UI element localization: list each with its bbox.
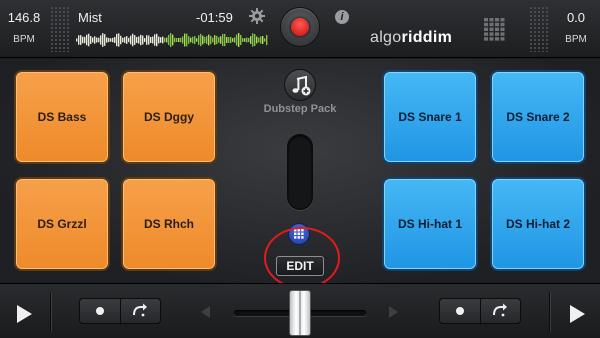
pad-label: DS Bass: [37, 110, 87, 124]
crossfader-left-arrow-icon[interactable]: [201, 306, 210, 318]
pad-label: DS Rhch: [143, 217, 194, 231]
track-title: Mist: [78, 10, 102, 25]
pad-label: DS Snare 2: [506, 110, 570, 124]
left-loop-redo-button[interactable]: [119, 299, 161, 323]
pad-ds-grzzl[interactable]: DS Grzzl: [14, 177, 110, 271]
pad-ds-hi-hat-1[interactable]: DS Hi-hat 1: [382, 177, 478, 271]
pad-ds-hi-hat-2[interactable]: DS Hi-hat 2: [490, 177, 586, 271]
brand-bold: riddim: [401, 29, 453, 46]
play-icon[interactable]: [570, 305, 585, 323]
pad-ds-dggy[interactable]: DS Dggy: [121, 70, 217, 164]
pad-label: DS Grzzl: [37, 217, 87, 231]
pad-ds-rhch[interactable]: DS Rhch: [121, 177, 217, 271]
divider: [549, 292, 550, 332]
pad-volume-slider[interactable]: [287, 134, 313, 210]
gear-icon[interactable]: [249, 8, 265, 24]
crossfader-knob[interactable]: [289, 290, 311, 336]
left-bpm-label: BPM: [13, 34, 35, 45]
right-loop-redo-button[interactable]: [479, 299, 521, 323]
music-note-plus-icon[interactable]: [284, 69, 316, 101]
top-bar: 146.8 BPM Mist -01:59 i algoriddim 0.0 B…: [0, 0, 600, 58]
right-bpm-label: BPM: [565, 34, 587, 45]
play-icon[interactable]: [17, 305, 32, 323]
transport-bar: [0, 283, 600, 338]
right-dot-panel: [529, 6, 549, 52]
brand-light: algo: [370, 29, 402, 46]
brand-grid-icon: [484, 18, 505, 41]
record-icon: [291, 18, 309, 36]
left-bpm-value: 146.8: [7, 10, 41, 25]
record-dot-icon: [95, 307, 104, 315]
brand-logo: algoriddim: [370, 29, 452, 47]
right-bpm-value: 0.0: [566, 10, 586, 25]
pad-label: DS Hi-hat 1: [397, 217, 462, 231]
pad-label: DS Dggy: [143, 110, 194, 124]
track-time-remaining: -01:59: [196, 10, 233, 25]
crossfader-right-arrow-icon[interactable]: [389, 306, 398, 318]
pad-label: DS Snare 1: [398, 110, 462, 124]
sampler-area: DS Bass DS Dggy DS Grzzl DS Rhch Dubstep…: [0, 59, 600, 289]
pad-label: DS Hi-hat 2: [505, 217, 570, 231]
left-bpm-display[interactable]: 146.8 BPM: [0, 0, 48, 58]
right-loop-record-button[interactable]: [440, 299, 480, 323]
pack-name[interactable]: Dubstep Pack: [246, 103, 354, 115]
redo-icon: [133, 303, 148, 317]
record-dot-icon: [455, 307, 464, 315]
left-loop-controls: [79, 298, 161, 324]
pad-ds-snare-1[interactable]: DS Snare 1: [382, 70, 478, 164]
pad-ds-bass[interactable]: DS Bass: [14, 70, 110, 164]
right-bpm-display[interactable]: 0.0 BPM: [552, 0, 600, 58]
left-loop-record-button[interactable]: [80, 299, 120, 323]
left-dot-panel: [50, 6, 70, 52]
right-loop-controls: [439, 298, 521, 324]
pad-ds-snare-2[interactable]: DS Snare 2: [490, 70, 586, 164]
record-button[interactable]: [280, 7, 320, 47]
highlight-circle: [264, 227, 340, 289]
info-icon[interactable]: i: [335, 10, 349, 24]
divider: [50, 292, 51, 332]
waveform-overview[interactable]: [76, 30, 268, 50]
redo-icon: [493, 303, 508, 317]
